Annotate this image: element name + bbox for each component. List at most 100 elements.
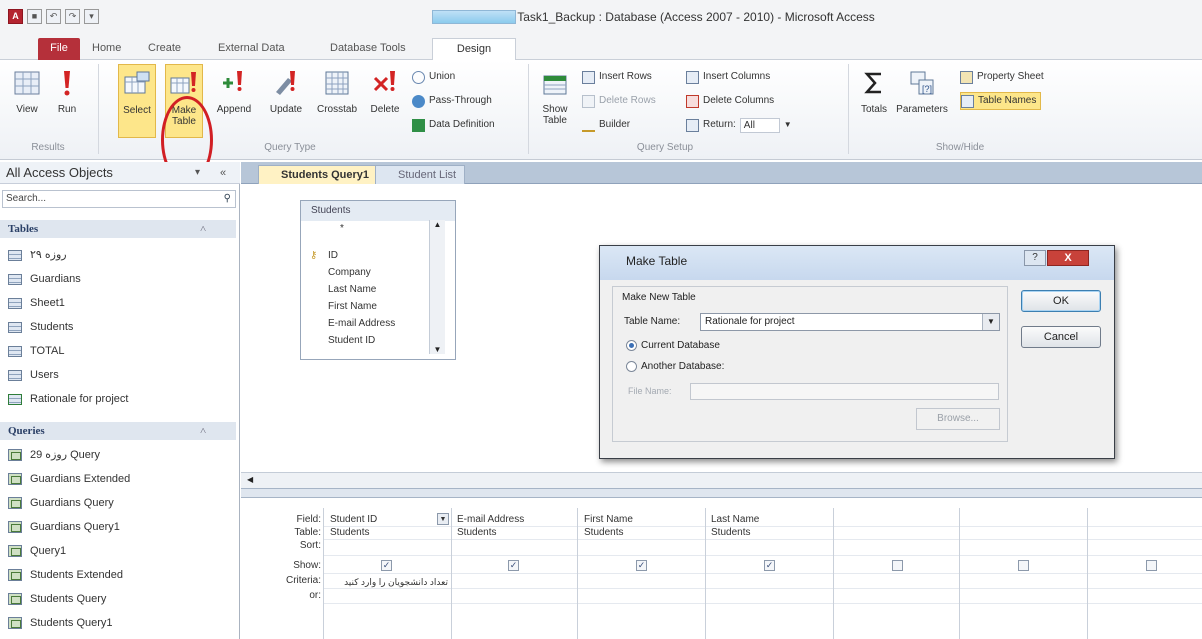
grid-column[interactable] <box>959 508 960 639</box>
delete-query-button[interactable]: Delete <box>364 64 406 115</box>
return-selector[interactable]: Return: All ▼ <box>686 116 792 134</box>
nav-query-item[interactable]: Students Extended <box>8 564 123 586</box>
grid-column[interactable] <box>833 508 834 639</box>
current-database-label[interactable]: Current Database <box>641 340 720 351</box>
field-list-item[interactable]: Last Name <box>328 283 376 297</box>
grid-column[interactable] <box>577 508 578 639</box>
search-icon[interactable]: ⚲ <box>224 191 231 207</box>
nav-table-item[interactable]: Sheet1 <box>8 292 65 314</box>
show-checkbox[interactable]: ✓ <box>508 560 519 571</box>
nav-table-item[interactable]: Rationale for project <box>8 388 128 410</box>
file-name-input[interactable] <box>690 383 999 400</box>
nav-query-item[interactable]: روزه 29 Query <box>8 444 100 466</box>
nav-query-item[interactable]: Students Query1 <box>8 612 113 634</box>
nav-section-queries[interactable]: Queries ˄ <box>0 422 236 440</box>
tab-create[interactable]: Create <box>148 38 181 60</box>
another-database-radio[interactable] <box>626 361 637 372</box>
show-checkbox[interactable]: ✓ <box>381 560 392 571</box>
property-sheet-button[interactable]: Property Sheet <box>960 68 1044 86</box>
nav-query-item[interactable]: Guardians Query1 <box>8 516 120 538</box>
scroll-left-arrow-icon[interactable]: ◀ <box>241 475 253 484</box>
doc-tab-students-query1[interactable]: Students Query1 <box>258 165 379 184</box>
tab-external-data[interactable]: External Data <box>218 38 285 60</box>
delete-columns-button[interactable]: Delete Columns <box>686 92 774 110</box>
field-list-item[interactable]: First Name <box>328 300 377 314</box>
select-query-button[interactable]: Select <box>118 64 156 138</box>
field-list-item[interactable]: * <box>340 222 344 236</box>
update-query-button[interactable]: Update <box>262 64 310 115</box>
tab-database-tools[interactable]: Database Tools <box>330 38 406 60</box>
field-list-item[interactable]: Student ID <box>328 334 375 348</box>
table-name-combobox[interactable]: Rationale for project <box>700 313 1000 331</box>
nav-menu-chevron-icon[interactable]: ▾ <box>195 162 200 184</box>
tab-file[interactable]: File <box>38 38 80 60</box>
grid-column[interactable] <box>451 508 452 639</box>
horizontal-scrollbar[interactable]: ◀ <box>241 472 1202 488</box>
show-checkbox[interactable] <box>892 560 903 571</box>
table-names-button[interactable]: Table Names <box>960 92 1042 110</box>
nav-table-item[interactable]: Users <box>8 364 59 386</box>
tab-design[interactable]: Design <box>432 38 516 60</box>
grid-column[interactable] <box>323 508 324 639</box>
tab-home[interactable]: Home <box>92 38 121 60</box>
field-list-scrollbar[interactable]: ▲ ▼ <box>429 220 445 354</box>
scroll-up-arrow-icon[interactable]: ▲ <box>430 220 445 229</box>
nav-table-item[interactable]: روزه ۲۹ <box>8 244 67 266</box>
another-database-label[interactable]: Another Database: <box>641 361 724 372</box>
insert-columns-button[interactable]: Insert Columns <box>686 68 770 86</box>
crosstab-query-button[interactable]: Crosstab <box>312 64 362 115</box>
field-list-item[interactable]: E-mail Address <box>328 317 395 331</box>
show-checkbox[interactable]: ✓ <box>764 560 775 571</box>
nav-table-item[interactable]: Guardians <box>8 268 81 290</box>
collapse-chevron-icon[interactable]: ˄ <box>200 220 206 238</box>
nav-query-item[interactable]: Guardians Extended <box>8 468 130 490</box>
return-value[interactable]: All <box>739 117 780 133</box>
nav-query-item[interactable]: Students Query <box>8 588 106 610</box>
chevron-down-icon[interactable]: ▼ <box>982 314 999 330</box>
field-list-title[interactable]: Students <box>301 201 455 221</box>
cancel-button[interactable]: Cancel <box>1021 326 1101 348</box>
field-dropdown-arrow-icon[interactable]: ▼ <box>437 513 449 525</box>
run-button[interactable]: Run <box>50 64 84 115</box>
nav-query-item[interactable]: Guardians Query <box>8 492 114 514</box>
nav-search-input[interactable]: Search... ⚲ <box>2 190 236 208</box>
nav-table-item[interactable]: TOTAL <box>8 340 64 362</box>
grid-field-cell[interactable]: First Name <box>584 514 633 526</box>
append-query-button[interactable]: Append <box>210 64 258 115</box>
doc-tab-student-list[interactable]: Student List <box>375 165 466 184</box>
view-button[interactable]: View <box>12 64 42 115</box>
help-icon[interactable]: ? <box>1024 250 1046 266</box>
show-checkbox[interactable] <box>1018 560 1029 571</box>
grid-column[interactable] <box>705 508 706 639</box>
builder-button[interactable]: Builder <box>582 116 630 134</box>
pane-splitter[interactable] <box>241 488 1202 498</box>
show-table-button[interactable]: Show Table <box>535 64 575 126</box>
grid-table-cell[interactable]: Students <box>711 527 750 539</box>
grid-column[interactable] <box>1087 508 1088 639</box>
grid-table-cell[interactable]: Students <box>584 527 623 539</box>
close-icon[interactable]: X <box>1047 250 1089 266</box>
nav-section-tables[interactable]: Tables ˄ <box>0 220 236 238</box>
insert-rows-button[interactable]: Insert Rows <box>582 68 652 86</box>
field-list-item[interactable]: ID <box>328 249 338 263</box>
nav-table-item[interactable]: Students <box>8 316 73 338</box>
pass-through-button[interactable]: Pass-Through <box>412 92 492 110</box>
show-checkbox[interactable]: ✓ <box>636 560 647 571</box>
grid-table-cell[interactable]: Students <box>457 527 496 539</box>
nav-pane-header[interactable]: All Access Objects ▾ « <box>0 162 240 184</box>
delete-rows-button[interactable]: Delete Rows <box>582 92 656 110</box>
show-checkbox[interactable] <box>1146 560 1157 571</box>
grid-criteria-cell[interactable]: تعداد دانشجویان را وارد کنید <box>330 576 448 588</box>
totals-button[interactable]: Totals <box>856 64 892 115</box>
scroll-down-arrow-icon[interactable]: ▼ <box>430 345 445 354</box>
shutter-close-icon[interactable]: « <box>220 162 226 184</box>
grid-field-cell[interactable]: Last Name <box>711 514 759 526</box>
data-definition-button[interactable]: Data Definition <box>412 116 495 134</box>
grid-field-cell[interactable]: Student ID <box>330 514 377 526</box>
nav-query-item[interactable]: Query1 <box>8 540 66 562</box>
current-database-radio[interactable] <box>626 340 637 351</box>
parameters-button[interactable]: [?] Parameters <box>892 64 952 115</box>
field-list-item[interactable]: Company <box>328 266 371 280</box>
dropdown-arrow-icon[interactable]: ▼ <box>784 116 792 134</box>
grid-field-cell[interactable]: E-mail Address <box>457 514 524 526</box>
